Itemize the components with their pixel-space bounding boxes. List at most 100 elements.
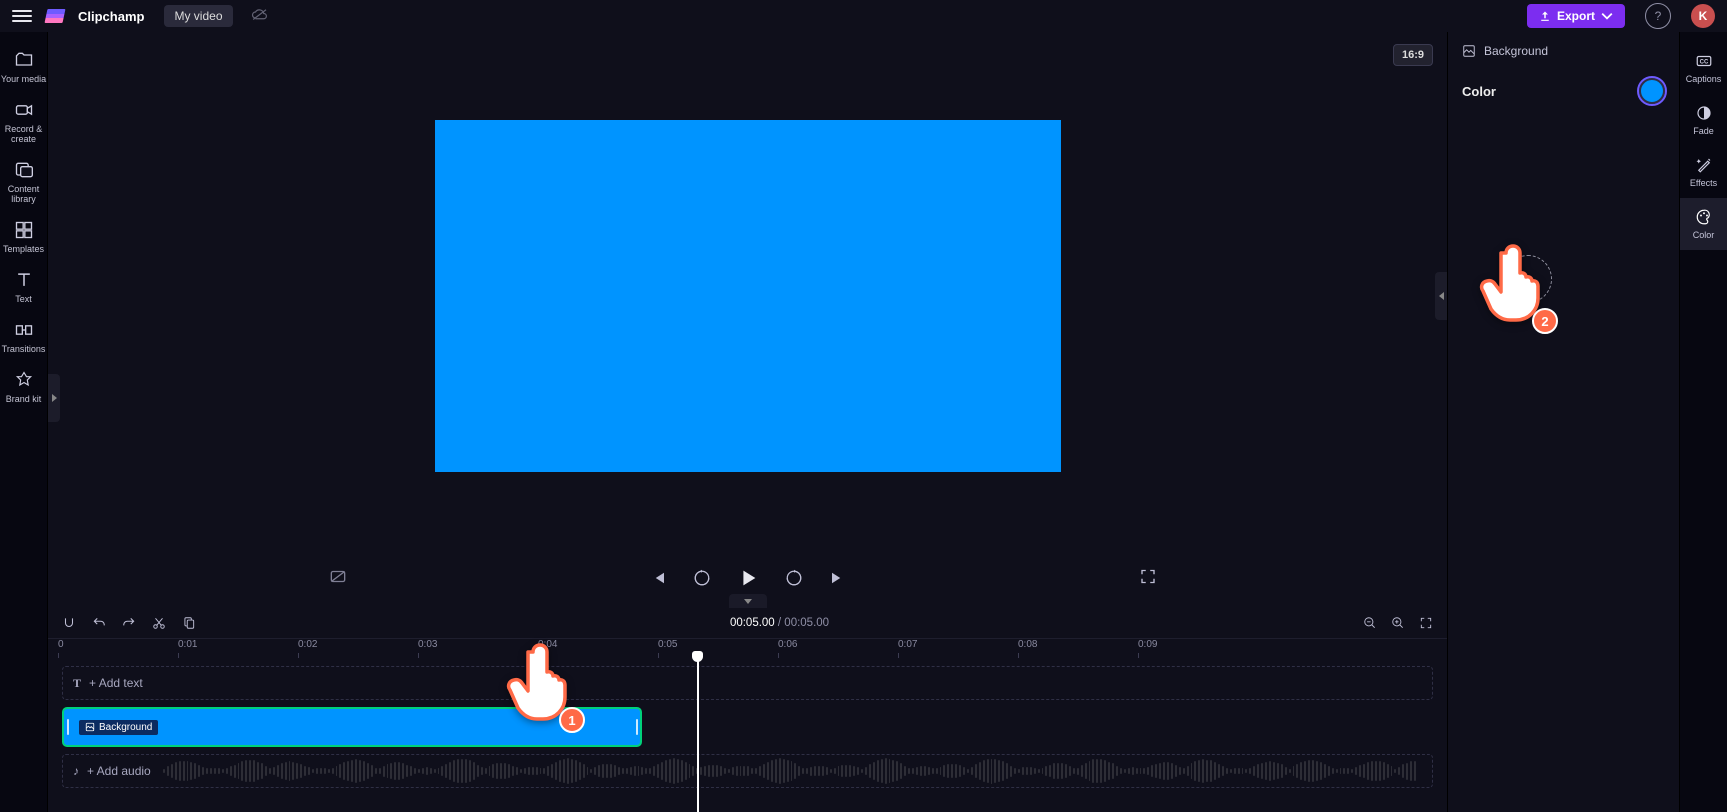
ruler-tick: 0:02 [298, 639, 317, 650]
ruler-tick: 0:01 [178, 639, 197, 650]
ruler-tick: 0:03 [418, 639, 437, 650]
sidebar-item-label: Transitions [2, 344, 46, 354]
zoom-in-button[interactable] [1391, 616, 1405, 630]
split-clip-icon[interactable] [152, 616, 166, 630]
ruler-tick: 0:04 [538, 639, 557, 650]
text-track-placeholder[interactable]: T + Add text [62, 666, 1433, 700]
ruler-tick: 0:06 [778, 639, 797, 650]
color-label: Color [1462, 84, 1496, 99]
track-hint-label: + Add text [89, 676, 143, 690]
camera-icon [14, 100, 34, 120]
video-canvas[interactable] [435, 120, 1061, 472]
sidebar-item-label: Templates [3, 244, 44, 254]
timeline-collapse-tab[interactable] [729, 594, 767, 608]
aspect-ratio-chip[interactable]: 16:9 [1393, 44, 1433, 66]
clip-label-chip: Background [79, 720, 158, 735]
folder-icon [14, 50, 34, 70]
track-hint-label: + Add audio [87, 764, 151, 778]
app-root: Clipchamp My video Export ? K Your media… [0, 0, 1727, 812]
export-button[interactable]: Export [1527, 4, 1625, 28]
inspector-header: Background [1462, 44, 1665, 58]
ruler-tick: 0:08 [1018, 639, 1037, 650]
templates-icon [14, 220, 34, 240]
sidebar-content-library[interactable]: Content library [0, 152, 47, 212]
preview-stage: 16:9 [48, 32, 1447, 560]
brand-kit-icon [14, 370, 34, 390]
clip-right-handle[interactable] [633, 709, 640, 745]
project-title-chip[interactable]: My video [164, 5, 232, 27]
hamburger-icon[interactable] [12, 6, 32, 26]
play-button[interactable] [735, 565, 761, 591]
brand-name: Clipchamp [78, 9, 144, 24]
step-back-button[interactable] [691, 567, 713, 589]
inspector-panel: Background Color [1447, 32, 1679, 812]
right-tab-label: Color [1693, 230, 1715, 240]
export-button-label: Export [1557, 9, 1595, 23]
right-tab-fade[interactable]: Fade [1680, 94, 1727, 146]
sidebar-item-label: Brand kit [6, 394, 42, 404]
svg-text:CC: CC [1699, 59, 1708, 65]
color-row: Color [1462, 78, 1665, 104]
disable-preview-icon[interactable] [328, 567, 348, 590]
text-icon: T [73, 676, 81, 691]
timeline-tracks: T + Add text Background ♪ [48, 658, 1447, 812]
audio-icon: ♪ [73, 764, 79, 778]
left-sidebar: Your media Record & create Content libra… [0, 32, 48, 812]
clip-label: Background [99, 722, 152, 733]
fit-zoom-button[interactable] [1419, 616, 1433, 630]
center-area: 16:9 [48, 32, 1447, 812]
sidebar-templates[interactable]: Templates [0, 212, 47, 262]
sidebar-item-label: Record & create [0, 124, 47, 144]
ruler-tick: 0:09 [1138, 639, 1157, 650]
timecode-display: 00:05.00 / 00:05.00 [212, 617, 1347, 629]
redo-button[interactable] [122, 616, 136, 630]
ruler-tick: 0:07 [898, 639, 917, 650]
transport-controls [48, 560, 1447, 596]
user-avatar[interactable]: K [1691, 4, 1715, 28]
right-tab-label: Fade [1693, 126, 1714, 136]
sidebar-brand-kit[interactable]: Brand kit [0, 362, 47, 412]
timeline-toolbar: 00:05.00 / 00:05.00 [48, 608, 1447, 638]
magnet-snap-icon[interactable] [62, 616, 76, 630]
inspector-title: Background [1484, 44, 1548, 58]
library-icon [14, 160, 34, 180]
video-track: Background [62, 710, 1433, 744]
right-panel-collapse-handle[interactable] [1435, 272, 1447, 320]
zoom-out-button[interactable] [1363, 616, 1377, 630]
preview-area: 16:9 [48, 32, 1447, 608]
audio-waveform-decoration [163, 755, 1418, 787]
audio-track-placeholder[interactable]: ♪ + Add audio [62, 754, 1433, 788]
sidebar-record-create[interactable]: Record & create [0, 92, 47, 152]
skip-forward-button[interactable] [827, 567, 849, 589]
right-tab-captions[interactable]: CC Captions [1680, 42, 1727, 94]
right-tab-label: Effects [1690, 178, 1717, 188]
sidebar-transitions[interactable]: Transitions [0, 312, 47, 362]
total-duration: 00:05.00 [784, 617, 829, 629]
color-swatch-button[interactable] [1639, 78, 1665, 104]
app-body: Your media Record & create Content libra… [0, 32, 1727, 812]
right-tab-effects[interactable]: Effects [1680, 146, 1727, 198]
text-icon [14, 270, 34, 290]
sidebar-your-media[interactable]: Your media [0, 42, 47, 92]
sidebar-item-label: Text [15, 294, 32, 304]
transitions-icon [14, 320, 34, 340]
right-tab-color[interactable]: Color [1680, 198, 1727, 250]
clip-left-handle[interactable] [64, 709, 71, 745]
clipchamp-logo-icon[interactable] [45, 9, 66, 23]
timeline-ruler[interactable]: 00:010:020:030:040:050:060:070:080:09 [48, 638, 1447, 658]
fullscreen-button[interactable] [1139, 568, 1157, 589]
sidebar-item-label: Your media [1, 74, 46, 84]
undo-button[interactable] [92, 616, 106, 630]
right-tab-label: Captions [1686, 74, 1722, 84]
cloud-sync-off-icon[interactable] [251, 8, 269, 25]
copy-clip-icon[interactable] [182, 616, 196, 630]
step-forward-button[interactable] [783, 567, 805, 589]
sidebar-item-label: Content library [0, 184, 47, 204]
timeline-playhead[interactable] [697, 658, 699, 812]
current-time: 00:05.00 [730, 617, 775, 629]
background-clip[interactable]: Background [62, 707, 642, 747]
skip-back-button[interactable] [647, 567, 669, 589]
ruler-tick: 0:05 [658, 639, 677, 650]
sidebar-text[interactable]: Text [0, 262, 47, 312]
help-button[interactable]: ? [1645, 3, 1671, 29]
